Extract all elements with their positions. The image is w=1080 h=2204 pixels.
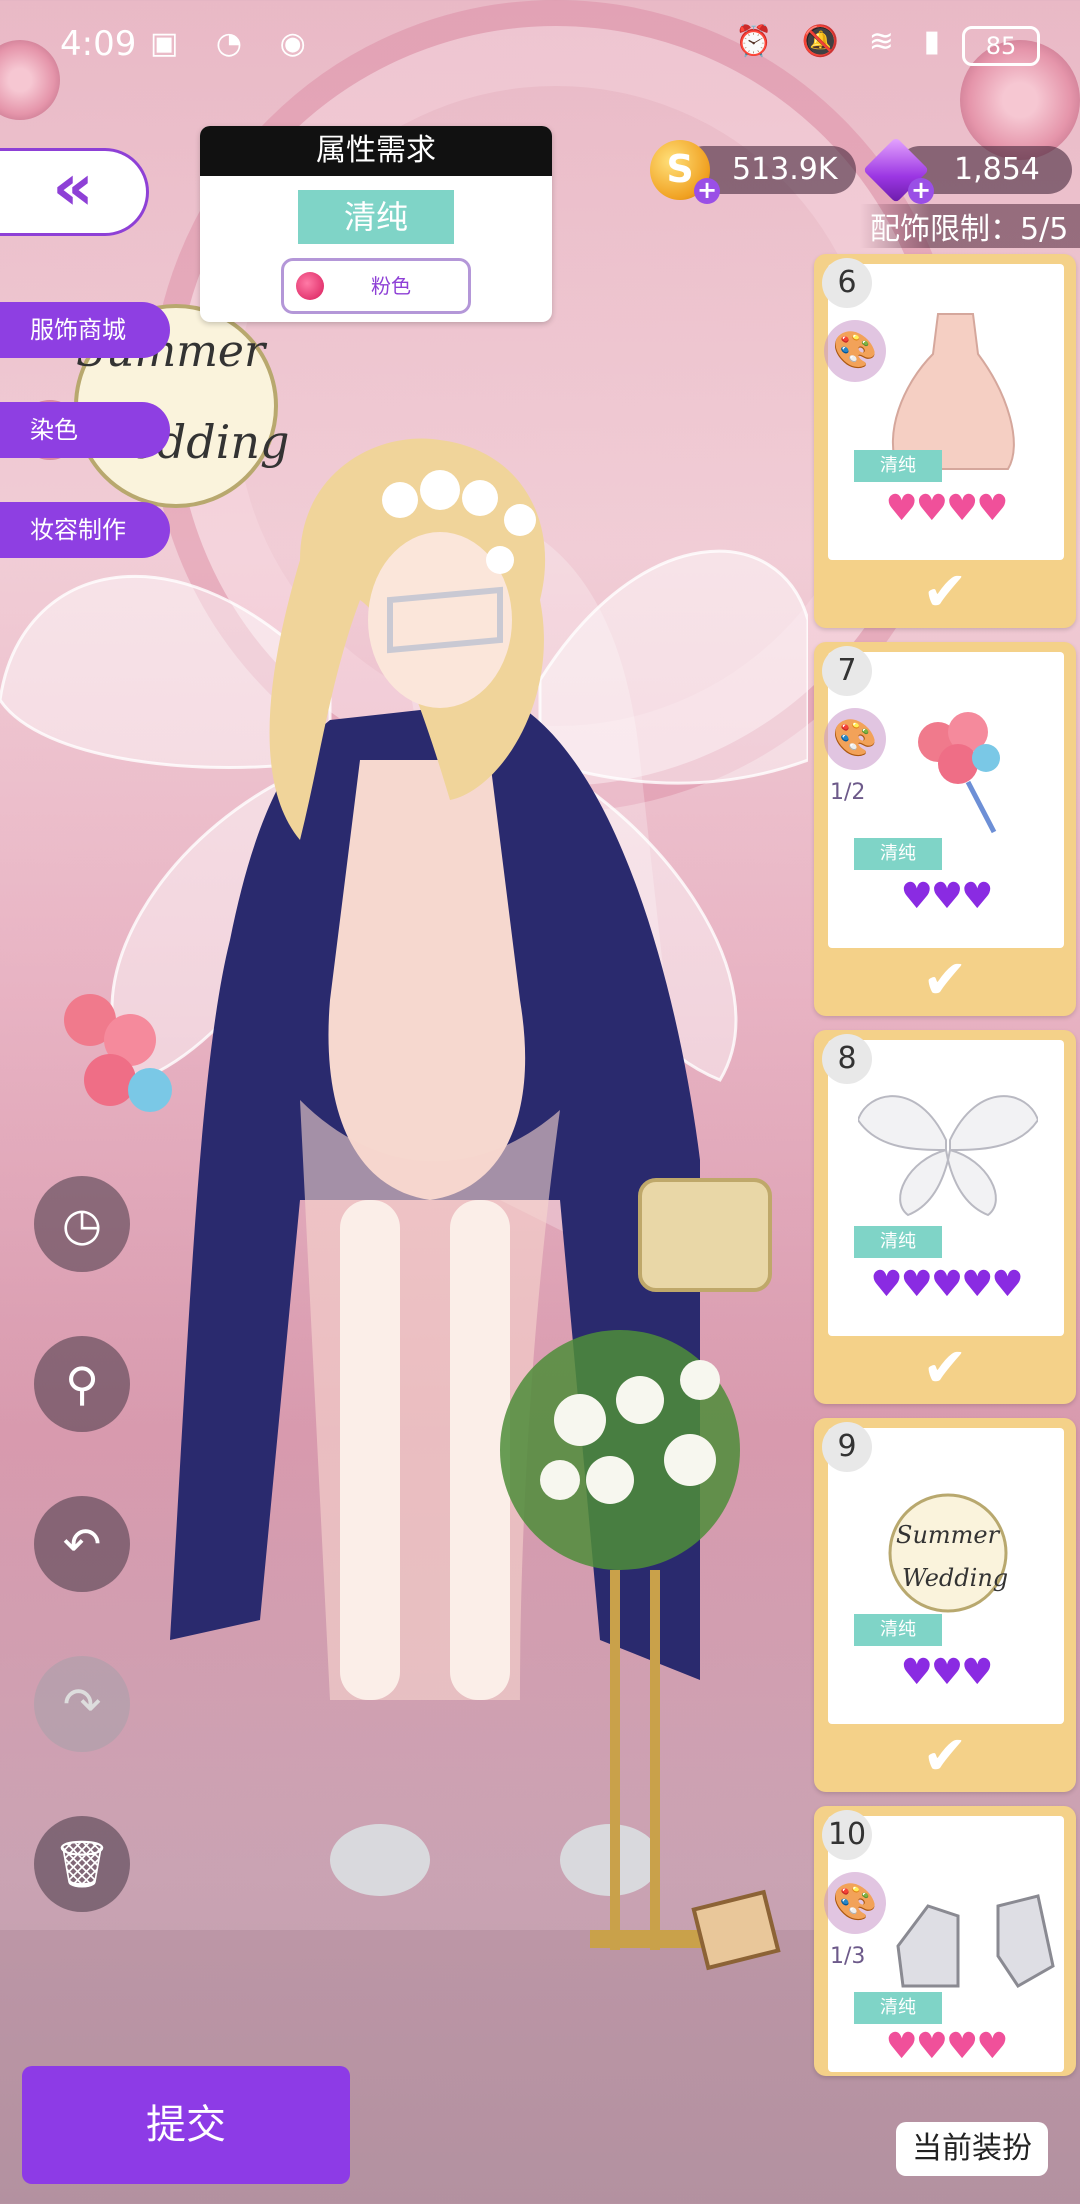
summer-wedding-badge-icon: Summer Wedding — [888, 1493, 1008, 1613]
submit-button[interactable]: 提交 — [22, 2066, 350, 2184]
item-hearts: ♥♥♥ — [900, 876, 994, 917]
dress-icon — [891, 313, 1015, 470]
item-card[interactable]: Summer Wedding 清纯 ♥♥♥ 9 ✔ — [814, 1418, 1076, 1792]
delete-button[interactable]: 🗑 — [34, 1816, 130, 1912]
item-tag: 清纯 — [854, 1992, 942, 2024]
requirement-title: 属性需求 — [200, 126, 552, 176]
item-number: 8 — [822, 1034, 872, 1084]
item-card[interactable]: 清纯 ♥♥♥♥♥ 8 ✔ — [814, 1030, 1076, 1404]
requirement-tag: 清纯 — [298, 190, 454, 244]
zoom-button[interactable]: ⚲ — [34, 1336, 130, 1432]
item-number: 7 — [822, 646, 872, 696]
item-tag: 清纯 — [854, 450, 942, 482]
svg-text:Summer: Summer — [896, 1521, 1001, 1549]
undo-button[interactable]: ↶ — [34, 1496, 130, 1592]
item-card-body: 清纯 ♥♥♥♥♥ — [828, 1040, 1064, 1336]
current-outfit-button[interactable]: 当前装扮 — [896, 2122, 1048, 2176]
redo-button[interactable]: ↷ — [34, 1656, 130, 1752]
attribute-requirement-panel: 属性需求 清纯 粉色 — [200, 126, 552, 322]
pink-color-dot-icon — [296, 272, 324, 300]
dye-progress: 1/3 — [830, 1944, 866, 1969]
add-gems-button[interactable]: + — [908, 178, 934, 204]
checkmark-icon: ✔ — [922, 1724, 968, 1787]
side-menu-shop[interactable]: 服饰商城 — [0, 302, 170, 358]
requirement-color-label: 粉色 — [371, 274, 411, 298]
status-icons-left: ▣ ◔ ◉ — [150, 26, 320, 61]
item-hearts: ♥♥♥♥♥ — [870, 1264, 1023, 1305]
checkmark-icon: ✔ — [922, 948, 968, 1011]
item-tag: 清纯 — [854, 1614, 942, 1646]
side-menu-dye[interactable]: 染色 — [0, 402, 170, 458]
dye-palette-icon[interactable]: 🎨 — [824, 708, 886, 770]
checkmark-icon: ✔ — [922, 560, 968, 623]
wings-icon — [858, 1095, 1038, 1217]
item-card[interactable]: 清纯 ♥♥♥♥ 6 🎨 ✔ — [814, 254, 1076, 628]
back-button[interactable]: « — [0, 148, 149, 236]
item-card-body: Summer Wedding 清纯 ♥♥♥ — [828, 1428, 1064, 1724]
item-hearts: ♥♥♥♥ — [885, 488, 1008, 529]
double-chevron-left-icon: « — [52, 151, 94, 225]
item-card[interactable]: 清纯 ♥♥♥♥ 10 🎨 1/3 — [814, 1806, 1076, 2076]
side-menu-makeup[interactable]: 妆容制作 — [0, 502, 170, 558]
undo-icon: ↶ — [62, 1517, 102, 1571]
status-bar: 4:09 ▣ ◔ ◉ ⏰ 🔕 ≋ ▮ 85 — [0, 0, 1080, 90]
redo-icon: ↷ — [62, 1677, 102, 1731]
item-number: 10 — [822, 1810, 872, 1860]
clock: 4:09 — [60, 24, 137, 64]
item-hearts: ♥♥♥♥ — [885, 2026, 1008, 2067]
requirement-color: 粉色 — [281, 258, 471, 314]
item-number: 9 — [822, 1422, 872, 1472]
coin-amount: 513.9K — [732, 152, 838, 187]
bouquet-icon — [918, 712, 1000, 834]
svg-text:Wedding: Wedding — [902, 1564, 1008, 1592]
dye-palette-icon[interactable]: 🎨 — [824, 1872, 886, 1934]
item-tag: 清纯 — [854, 838, 942, 870]
zoom-icon: ⚲ — [65, 1357, 99, 1411]
item-card[interactable]: 清纯 ♥♥♥ 7 🎨 1/2 ✔ — [814, 642, 1076, 1016]
status-icons-right: ⏰ 🔕 ≋ ▮ — [735, 24, 950, 59]
checkmark-icon: ✔ — [922, 1336, 968, 1399]
item-number: 6 — [822, 258, 872, 308]
dye-progress: 1/2 — [830, 780, 866, 805]
equipped-items-list[interactable]: 清纯 ♥♥♥♥ 6 🎨 ✔ 清纯 ♥♥♥ 7 🎨 1/2 ✔ 清纯 ♥♥♥♥♥ … — [808, 254, 1080, 2076]
shoes-icon — [896, 1894, 1055, 1988]
trash-icon: 🗑 — [52, 1837, 112, 1891]
add-coins-button[interactable]: + — [694, 178, 720, 204]
item-card-body: 清纯 ♥♥♥♥ — [828, 264, 1064, 560]
gem-amount: 1,854 — [954, 152, 1040, 187]
item-tag: 清纯 — [854, 1226, 942, 1258]
history-icon: ◷ — [61, 1197, 103, 1251]
item-hearts: ♥♥♥ — [900, 1652, 994, 1693]
dye-palette-icon[interactable]: 🎨 — [824, 320, 886, 382]
history-button[interactable]: ◷ — [34, 1176, 130, 1272]
battery-indicator: 85 — [962, 26, 1040, 66]
accessory-limit: 配饰限制：5/5 — [860, 204, 1080, 248]
